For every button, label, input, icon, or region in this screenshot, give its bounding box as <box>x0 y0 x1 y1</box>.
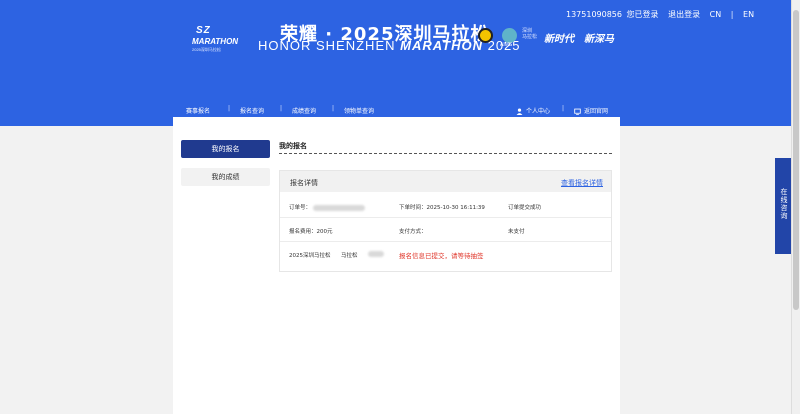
nav-separator: | <box>562 105 565 112</box>
order-number: 订单号： <box>289 203 366 211</box>
user-icon <box>516 108 523 115</box>
order-time: 下单时间：2025-10-30 16:11:39 <box>399 203 485 211</box>
nav-registration-query[interactable]: 报名查询 <box>240 106 264 115</box>
event-type: 马拉松 <box>341 253 358 259</box>
registration-detail-panel: 报名详情 查看报名详情 订单号： 下单时间：2025-10-30 16:11:3… <box>279 170 612 272</box>
nav-separator: | <box>228 105 231 112</box>
lang-separator: | <box>730 10 734 19</box>
logo-subtext: 2025深圳马拉松 <box>192 47 221 52</box>
lang-en-link[interactable]: EN <box>743 10 754 19</box>
user-center-label: 个人中心 <box>526 108 551 115</box>
scrollbar-thumb[interactable] <box>793 10 799 310</box>
site-header: SZ MARATHON 2025深圳马拉松 荣耀 · 2025深圳马拉松 HON… <box>0 0 792 126</box>
redacted-order-number <box>313 204 366 211</box>
nav-separator: | <box>332 105 335 112</box>
row-divider <box>280 241 611 242</box>
order-status: 订单提交成功 <box>508 205 542 211</box>
page-title: 我的报名 <box>279 142 307 150</box>
logo-text: MARATHON <box>192 37 239 46</box>
aims-badge-icon <box>502 28 517 43</box>
nav-separator: | <box>280 105 283 112</box>
order-number-label: 订单号： <box>289 205 312 211</box>
top-account-bar: 13751090856 您已登录 退出登录 CN | EN <box>566 9 761 20</box>
submission-status-message: 报名信息已提交，请等待抽签 <box>399 252 484 260</box>
view-details-link[interactable]: 查看报名详情 <box>561 178 603 188</box>
shenzhen-marathon-badge: 深圳 马拉松 <box>522 28 538 40</box>
slogan-calligraphy-1: 新时代 <box>544 34 574 45</box>
payment-method-label: 支付方式： <box>399 229 427 235</box>
sidebar-item-my-registration[interactable]: 我的报名 <box>181 140 270 158</box>
payment-status: 未支付 <box>508 229 525 235</box>
online-consult-button[interactable]: 在线咨询 <box>775 158 792 254</box>
title-en-part1: HONOR SHENZHEN <box>258 38 401 53</box>
aims-label: AIMS <box>500 42 513 48</box>
return-icon <box>574 108 581 115</box>
online-consult-label: 在线咨询 <box>780 188 788 220</box>
fee-value: 200元 <box>316 229 333 235</box>
row-divider <box>280 217 611 218</box>
slogan-calligraphy-2: 新深马 <box>584 34 614 45</box>
nav-back-official[interactable]: 返回官网 <box>574 106 608 115</box>
login-status: 您已登录 <box>626 10 659 19</box>
page-scrollbar[interactable] <box>791 0 800 414</box>
order-time-value: 2025-10-30 16:11:39 <box>426 205 485 211</box>
nav-results-query[interactable]: 成绩查询 <box>292 106 316 115</box>
fee-label: 报名费用： <box>289 229 317 235</box>
sidebar-item-my-results[interactable]: 我的成绩 <box>181 168 270 186</box>
logout-link[interactable]: 退出登录 <box>668 10 700 19</box>
nav-pickup-query[interactable]: 领物单查询 <box>344 106 374 115</box>
title-en-part2: MARATHON <box>400 38 483 53</box>
gold-label-badge-icon <box>478 28 493 43</box>
nav-registration[interactable]: 赛事报名 <box>186 106 210 115</box>
order-time-label: 下单时间： <box>399 205 427 211</box>
redacted-runner-name <box>368 251 384 257</box>
title-divider <box>279 153 612 154</box>
panel-title: 报名详情 <box>290 179 318 187</box>
nav-user-center[interactable]: 个人中心 <box>516 106 550 115</box>
user-phone: 13751090856 <box>566 10 622 19</box>
content-card: 我的报名 我的成绩 我的报名 报名详情 查看报名详情 订单号： 下单时间：202… <box>173 117 620 414</box>
back-official-label: 返回官网 <box>584 108 609 115</box>
event-name: 2025深圳马拉松 <box>289 253 331 259</box>
fee: 报名费用：200元 <box>289 227 333 235</box>
logo-mark: SZ <box>196 25 211 36</box>
lang-cn-link[interactable]: CN <box>710 10 722 19</box>
panel-header: 报名详情 查看报名详情 <box>280 171 611 192</box>
marathon-logo[interactable]: SZ MARATHON 2025深圳马拉松 <box>192 24 240 52</box>
